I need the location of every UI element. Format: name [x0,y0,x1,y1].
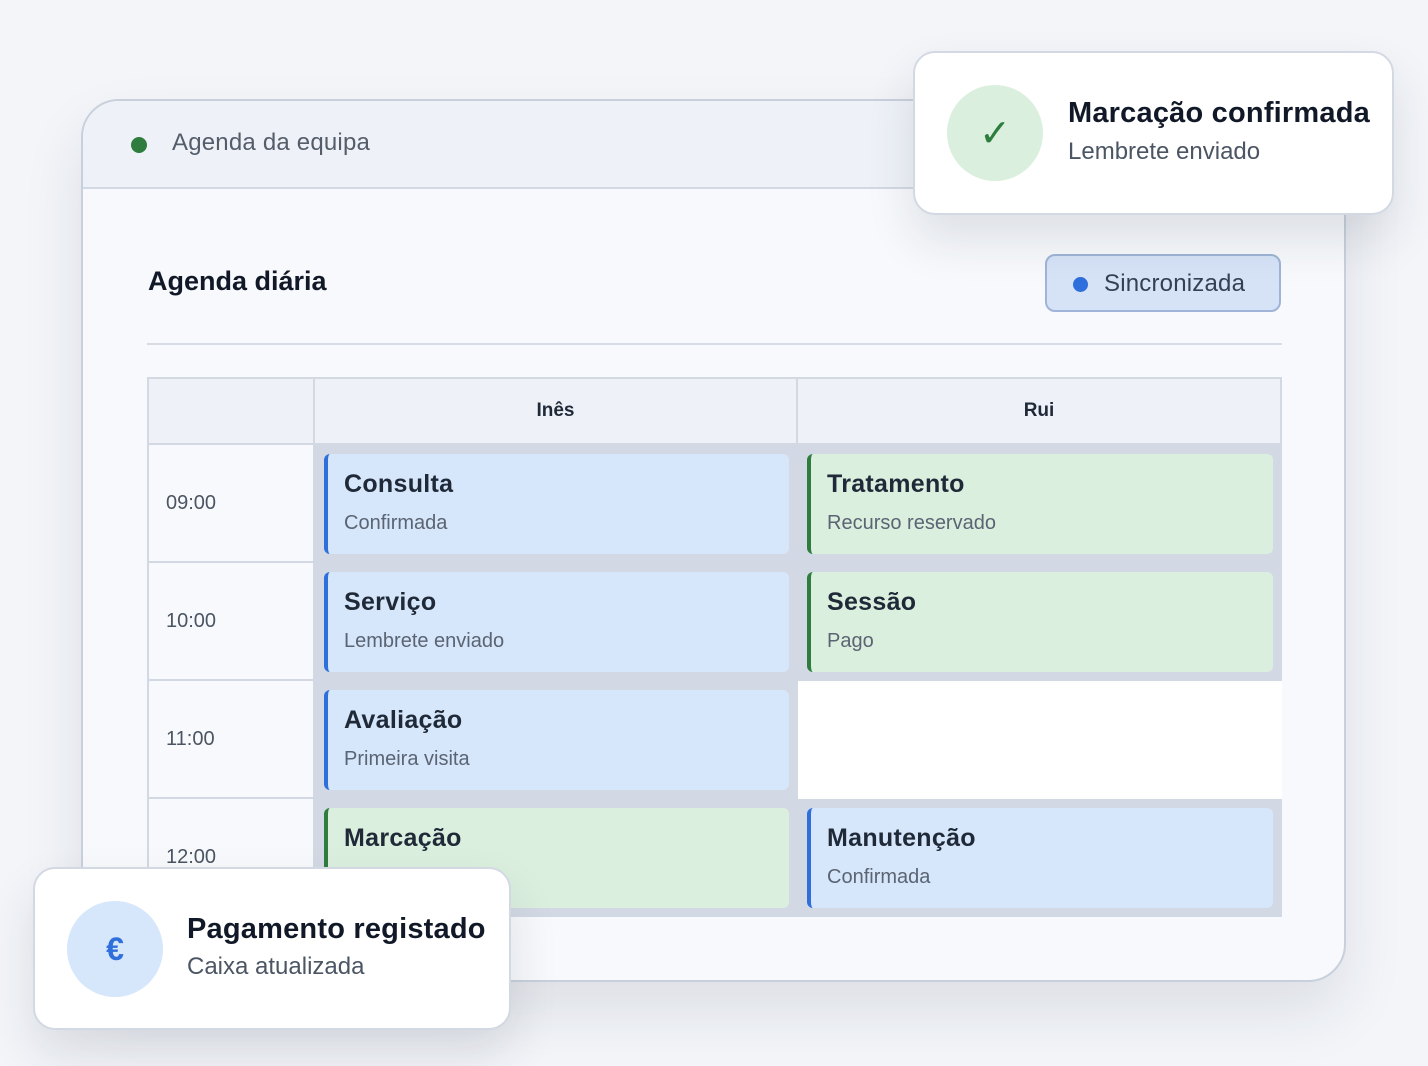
time-slot: 11:00 [149,681,315,799]
appointment-status: Primeira visita [344,748,470,770]
appointment-status: Confirmada [344,512,448,534]
appointment-title: Marcação [344,824,462,852]
column-header-rui: Rui [798,379,1282,445]
toast-subtitle: Caixa atualizada [187,953,365,980]
time-label: 10:00 [166,610,217,632]
schedule-cell[interactable]: Manutenção Confirmada [798,799,1282,917]
appointment-title: Serviço [344,588,437,616]
euro-icon: € [67,901,163,997]
appointment-title: Consulta [344,470,454,498]
time-label: 09:00 [166,492,217,514]
appointment-status: Lembrete enviado [344,630,505,652]
toast-appointment-confirmed[interactable]: ✓ Marcação confirmada Lembrete enviado [913,51,1394,215]
toast-title: Marcação confirmada [1068,97,1370,129]
time-label: 11:00 [166,728,215,750]
appointment-card[interactable]: Sessão Pago [807,572,1273,672]
toast-subtitle: Lembrete enviado [1068,138,1261,165]
appointment-title: Tratamento [827,470,965,498]
appointment-status: Recurso reservado [827,512,996,534]
status-dot-icon [131,137,147,153]
time-slot: 09:00 [149,445,315,563]
appointment-card[interactable]: Avaliação Primeira visita [324,690,789,790]
appointment-card[interactable]: Manutenção Confirmada [807,808,1273,908]
appointment-status: Confirmada [827,866,931,888]
appointment-title: Sessão [827,588,917,616]
page-title: Agenda diária [148,266,327,296]
appointment-title: Manutenção [827,824,976,852]
appointment-card[interactable]: Tratamento Recurso reservado [807,454,1273,554]
schedule-cell[interactable]: Avaliação Primeira visita [315,681,798,799]
header-divider [147,343,1282,345]
schedule-cell[interactable]: Tratamento Recurso reservado [798,445,1282,563]
schedule-cell[interactable]: Sessão Pago [798,563,1282,681]
appointment-card[interactable]: Serviço Lembrete enviado [324,572,789,672]
sync-status-badge[interactable]: Sincronizada [1045,254,1281,312]
check-icon: ✓ [947,85,1043,181]
schedule-window: Agenda da equipa Agenda diária Sincroniz… [81,99,1346,982]
toast-payment-registered[interactable]: € Pagamento registado Caixa atualizada [33,867,511,1030]
sync-status-label: Sincronizada [1104,270,1246,297]
appointment-card[interactable]: Consulta Confirmada [324,454,789,554]
schedule-grid: Inês Rui 09:00 Consulta Confirmada Tratamen… [147,377,1282,917]
column-header-ines: Inês [315,379,798,445]
time-label: 12:00 [166,846,217,868]
sync-dot-icon [1073,277,1088,292]
schedule-cell-empty[interactable] [798,681,1282,799]
appointment-title: Avaliação [344,706,463,734]
toast-title: Pagamento registado [187,913,486,945]
appointment-status: Pago [827,630,874,652]
schedule-cell[interactable]: Consulta Confirmada [315,445,798,563]
window-title: Agenda da equipa [172,129,371,156]
time-column-header [149,379,315,445]
time-slot: 10:00 [149,563,315,681]
schedule-cell[interactable]: Serviço Lembrete enviado [315,563,798,681]
